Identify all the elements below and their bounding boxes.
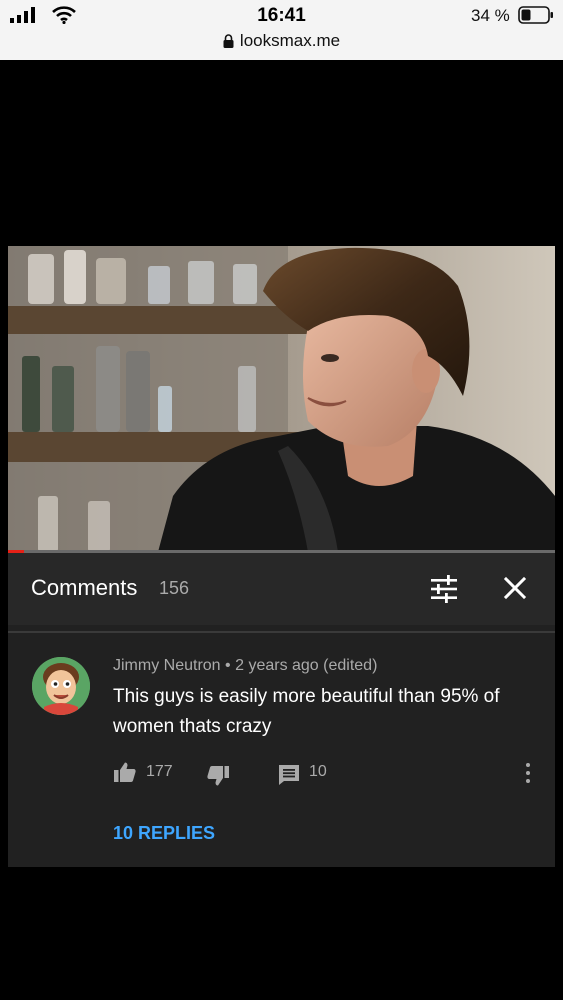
battery-percent: 34 % bbox=[471, 6, 510, 25]
comment-text: This guys is easily more beautiful than … bbox=[113, 686, 500, 737]
thumbs-up-icon[interactable] bbox=[114, 760, 136, 784]
sort-filter-icon[interactable] bbox=[428, 573, 460, 605]
more-vert-icon[interactable] bbox=[520, 761, 536, 785]
reply-count: 10 bbox=[309, 763, 327, 780]
address-bar[interactable]: looksmax.me bbox=[0, 31, 563, 51]
avatar[interactable] bbox=[32, 657, 90, 715]
close-icon[interactable] bbox=[500, 573, 530, 603]
meta-separator: • bbox=[225, 657, 231, 674]
comment-time: 2 years ago (edited) bbox=[235, 657, 378, 674]
video-player[interactable] bbox=[8, 246, 555, 552]
reply-icon[interactable] bbox=[278, 763, 300, 787]
url-text: looksmax.me bbox=[239, 31, 341, 50]
comments-header: Comments 156 bbox=[8, 553, 555, 625]
like-count: 177 bbox=[146, 763, 173, 780]
comments-count: 156 bbox=[159, 578, 190, 598]
divider bbox=[8, 631, 555, 633]
status-bar: 16:41 looksmax.me 34 % bbox=[0, 0, 563, 60]
view-replies-link[interactable]: 10 REPLIES bbox=[113, 823, 215, 844]
lock-icon bbox=[223, 34, 234, 48]
comments-panel: Comments 156 Jimmy Neutron • 2 years ago… bbox=[8, 553, 555, 867]
video-frame bbox=[8, 246, 555, 552]
comments-title: Comments bbox=[31, 575, 138, 600]
comment-author[interactable]: Jimmy Neutron bbox=[113, 657, 221, 674]
comment-meta: Jimmy Neutron • 2 years ago (edited) bbox=[113, 657, 377, 675]
battery-icon bbox=[518, 6, 553, 24]
thumbs-down-icon[interactable] bbox=[207, 764, 229, 788]
